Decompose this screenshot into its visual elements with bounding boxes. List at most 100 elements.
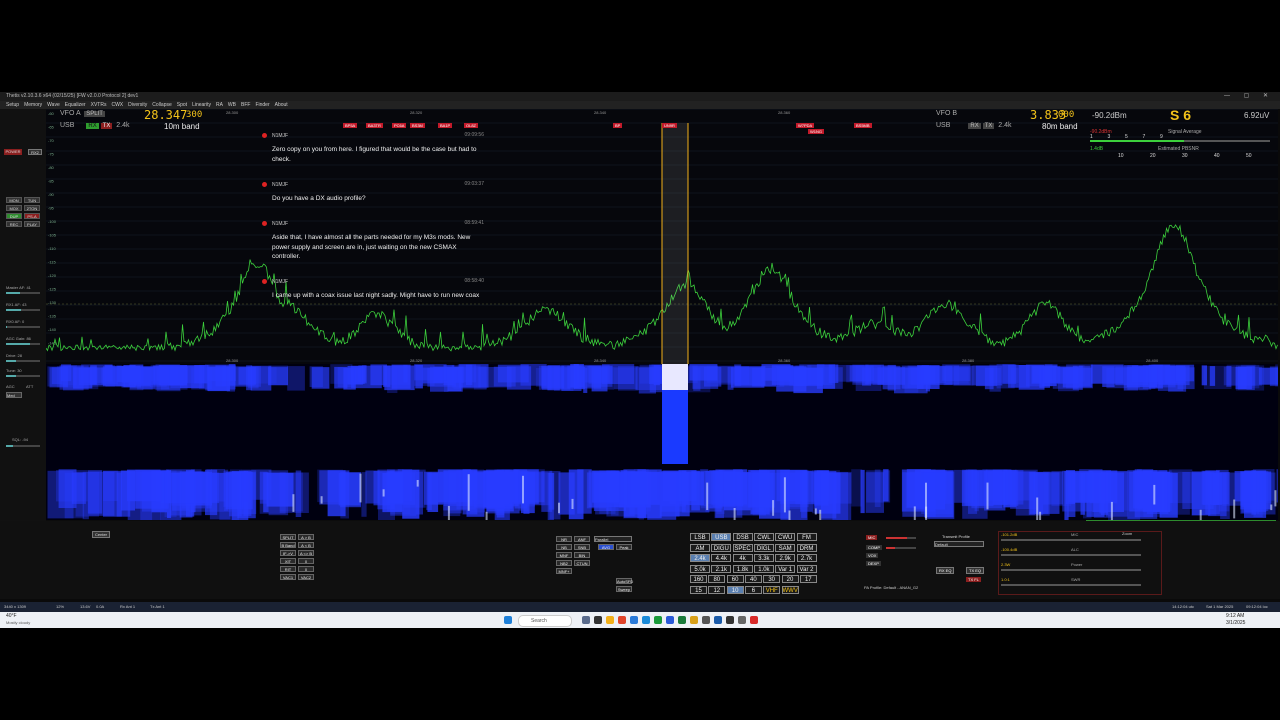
mon-button[interactable]: MON [6,197,22,203]
dsp-avg-button[interactable]: AVG [598,544,614,550]
dsp-nr-button[interactable]: NR [556,536,572,542]
vfo-control-a-b-button[interactable]: A < B [298,542,314,548]
filters-button[interactable]: 2.4k [690,554,710,562]
app-blue-icon[interactable] [666,616,674,624]
widgets-icon[interactable] [594,616,602,624]
tun-button[interactable]: TUN [24,197,40,203]
modes-button[interactable]: DIGU [711,543,732,552]
dsp-ctun-button[interactable]: CTUN [574,560,590,566]
modes-button[interactable]: AM [690,543,710,552]
tx-fl-button[interactable]: TX FL [966,577,981,582]
dsp-mnf-button[interactable]: MNF [556,552,572,558]
dsp-peak-button[interactable]: Peak [616,544,632,550]
dsp-anf-button[interactable]: ANF [574,536,590,542]
dx-spot-label[interactable]: OL8Z [464,123,479,128]
vfo-control-rit-button[interactable]: RIT [280,566,296,572]
menu-linearity[interactable]: Linearity [192,102,211,108]
dx-spot-label[interactable]: BP5A [343,123,358,128]
band-button[interactable]: 40 [744,575,762,583]
modes-button[interactable]: CWL [753,533,774,541]
dx-spot-label[interactable]: W1NG [808,129,824,134]
waterfall-display[interactable] [46,364,1278,520]
drive-slider[interactable] [6,360,40,362]
dx-spot-label[interactable]: BP [613,123,623,128]
agc-gain-slider[interactable] [6,343,40,345]
menu-about[interactable]: About [275,102,288,108]
taskbar-date[interactable]: 3/1/2025 [1226,620,1245,626]
terminal-icon[interactable] [726,616,734,624]
start-icon[interactable] [504,616,512,624]
filters-button[interactable]: 2.7k [796,554,817,562]
dx-spot-label[interactable]: W7PDA [796,123,815,128]
app-green-icon[interactable] [654,616,662,624]
band-button[interactable]: 80 [708,575,726,583]
vfo-control-xit-button[interactable]: XIT [280,558,296,564]
ps-a-button[interactable]: PS-A [24,213,40,219]
band-button[interactable]: 20 [781,575,799,583]
vfo-b-rx-badge[interactable]: RX [968,123,981,129]
dsp-mode-select[interactable]: Parallel [594,536,632,542]
center-button[interactable]: Center [92,531,111,538]
mox-button[interactable]: MOX [6,205,22,211]
dx-spot-label[interactable]: BS5MB [854,123,872,128]
modes-button[interactable]: DRM [796,543,817,552]
vox-button[interactable]: VOX [866,553,879,558]
filters-button[interactable]: Var 2 [796,564,817,573]
menu-memory[interactable]: Memory [24,102,42,108]
modes-button[interactable]: DSB [732,533,753,541]
vfo-a-frequency[interactable]: 28.347 [144,108,187,122]
dsp-snb-button[interactable]: SNB [574,544,590,550]
power-button[interactable]: POWER [4,149,22,155]
menu-equalizer[interactable]: Equalizer [65,102,86,108]
dsp-mnf--button[interactable]: MNF+ [556,568,572,574]
mic-button[interactable]: MIC [866,535,878,540]
transmit-profile-select[interactable]: Default [934,541,984,547]
mic-gain-slider[interactable] [886,537,916,539]
modes-button[interactable]: DIGL [753,543,774,552]
filters-button[interactable]: Var 1 [775,564,796,573]
vfo-a-tx-badge[interactable]: TX [100,123,113,129]
filters-button[interactable]: 3.3k [753,554,774,562]
dx-spot-label[interactable]: UN9R [662,123,677,128]
filters-button[interactable]: 4k [732,554,753,562]
band-button[interactable]: 6 [744,585,762,594]
dsp-sweep-button[interactable]: Sweep [616,586,632,592]
filters-button[interactable]: 5.0k [690,564,710,573]
menu-wave[interactable]: Wave [47,102,60,108]
band-button[interactable]: 10 [726,585,744,594]
modes-button[interactable]: SAM [775,543,796,552]
agc-select[interactable]: Med [6,392,22,398]
modes-button[interactable]: SPEC [732,543,753,552]
dx-spot-label[interactable]: BS3M [410,123,425,128]
menu-xvtrs[interactable]: XVTRs [91,102,107,108]
file-explorer-icon[interactable] [606,616,614,624]
sql-slider[interactable] [6,445,40,447]
thetis-icon[interactable] [738,616,746,624]
taskbar-search[interactable]: Search [518,615,572,627]
vfo-control-0-button[interactable]: 0 [298,558,314,564]
app-red-icon[interactable] [750,616,758,624]
dsp-autosfd-button[interactable]: AutoSFD [616,578,633,584]
band-button[interactable]: WWV [781,585,799,594]
menu-bff[interactable]: BFF [241,102,250,108]
menu-setup[interactable]: Setup [6,102,19,108]
dsp-nb2-button[interactable]: NB2 [556,560,572,566]
app-blue2-icon[interactable] [714,616,722,624]
2ton-button[interactable]: 2TON [24,205,40,211]
vfo-control-a-b-button[interactable]: A <> B [298,550,314,556]
filters-button[interactable]: 1.0k [753,564,774,573]
master-af-slider[interactable] [6,292,40,294]
dsp-bin-button[interactable]: BIN [574,552,590,558]
vfo-control-vac2-button[interactable]: VAC2 [298,574,314,580]
filters-button[interactable]: 2.9k [775,554,796,562]
rx-eq-button[interactable]: RX EQ [936,567,955,574]
band-button[interactable]: VHF [763,585,781,594]
menu-ra[interactable]: RA [216,102,223,108]
excel-icon[interactable] [678,616,686,624]
band-button[interactable]: 160 [690,575,707,583]
dx-spot-label[interactable]: BA3TR [366,123,383,128]
tune-slider[interactable] [6,375,40,377]
vfo-control-a-b-button[interactable]: A > B [298,534,314,540]
window-controls[interactable]: — ▢ ✕ [1224,92,1274,101]
band-button[interactable]: 17 [799,575,817,583]
